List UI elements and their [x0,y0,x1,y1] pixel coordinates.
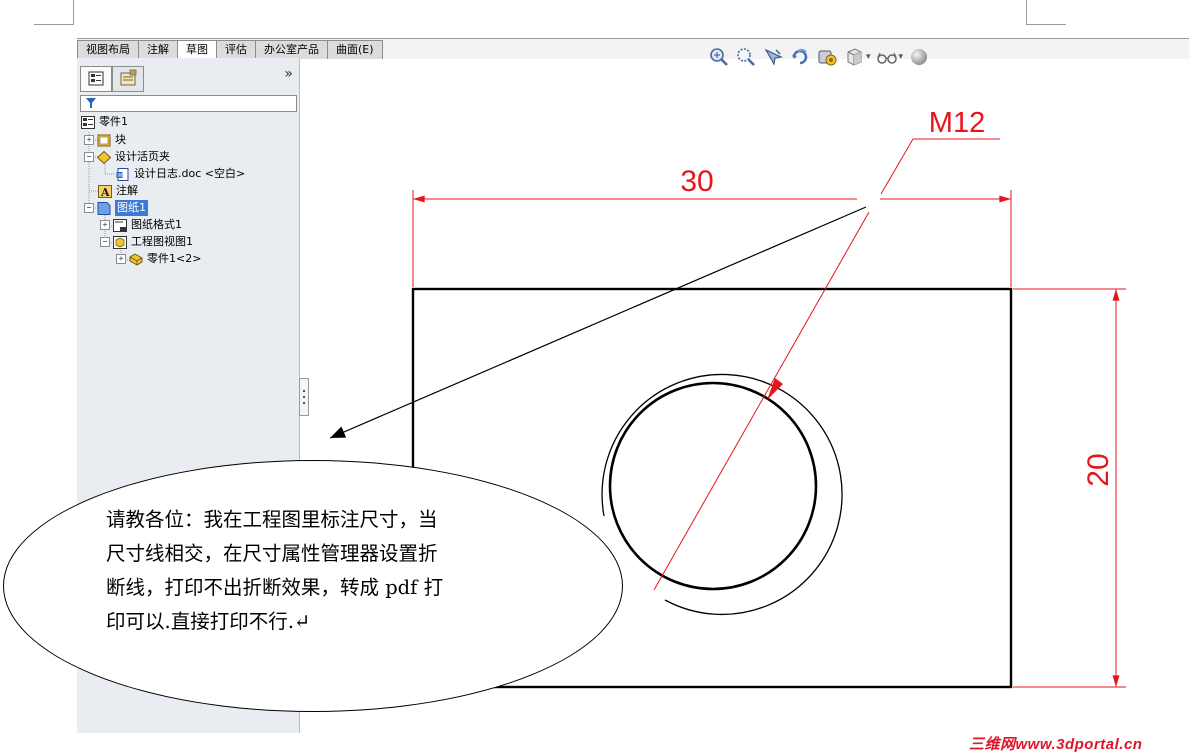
thread-leader-line-upper[interactable] [880,138,914,195]
callout-line: 断线，打印不出折断效果，转成 pdf 打 [106,576,444,599]
callout-line: 印可以.直接打印不行.↵ [106,610,311,633]
dimension-height-text[interactable]: 20 [1082,453,1115,486]
question-callout-text: 请教各位：我在工程图里标注尺寸，当 尺寸线相交，在尺寸属性管理器设置折 断线，打… [106,503,526,639]
callout-line: 尺寸线相交，在尺寸属性管理器设置折 [106,542,438,565]
dimension-width-text[interactable]: 30 [680,165,713,198]
thread-cosmetic-arc[interactable] [601,373,843,615]
site-watermark: 三维网www.3dportal.cn [969,736,1143,753]
callout-line: 请教各位：我在工程图里标注尺寸，当 [106,508,438,531]
thread-dimension-text[interactable]: M12 [929,107,985,139]
thread-leader-line-lower[interactable] [653,211,870,591]
annotation-pointer-arrow [329,206,867,439]
